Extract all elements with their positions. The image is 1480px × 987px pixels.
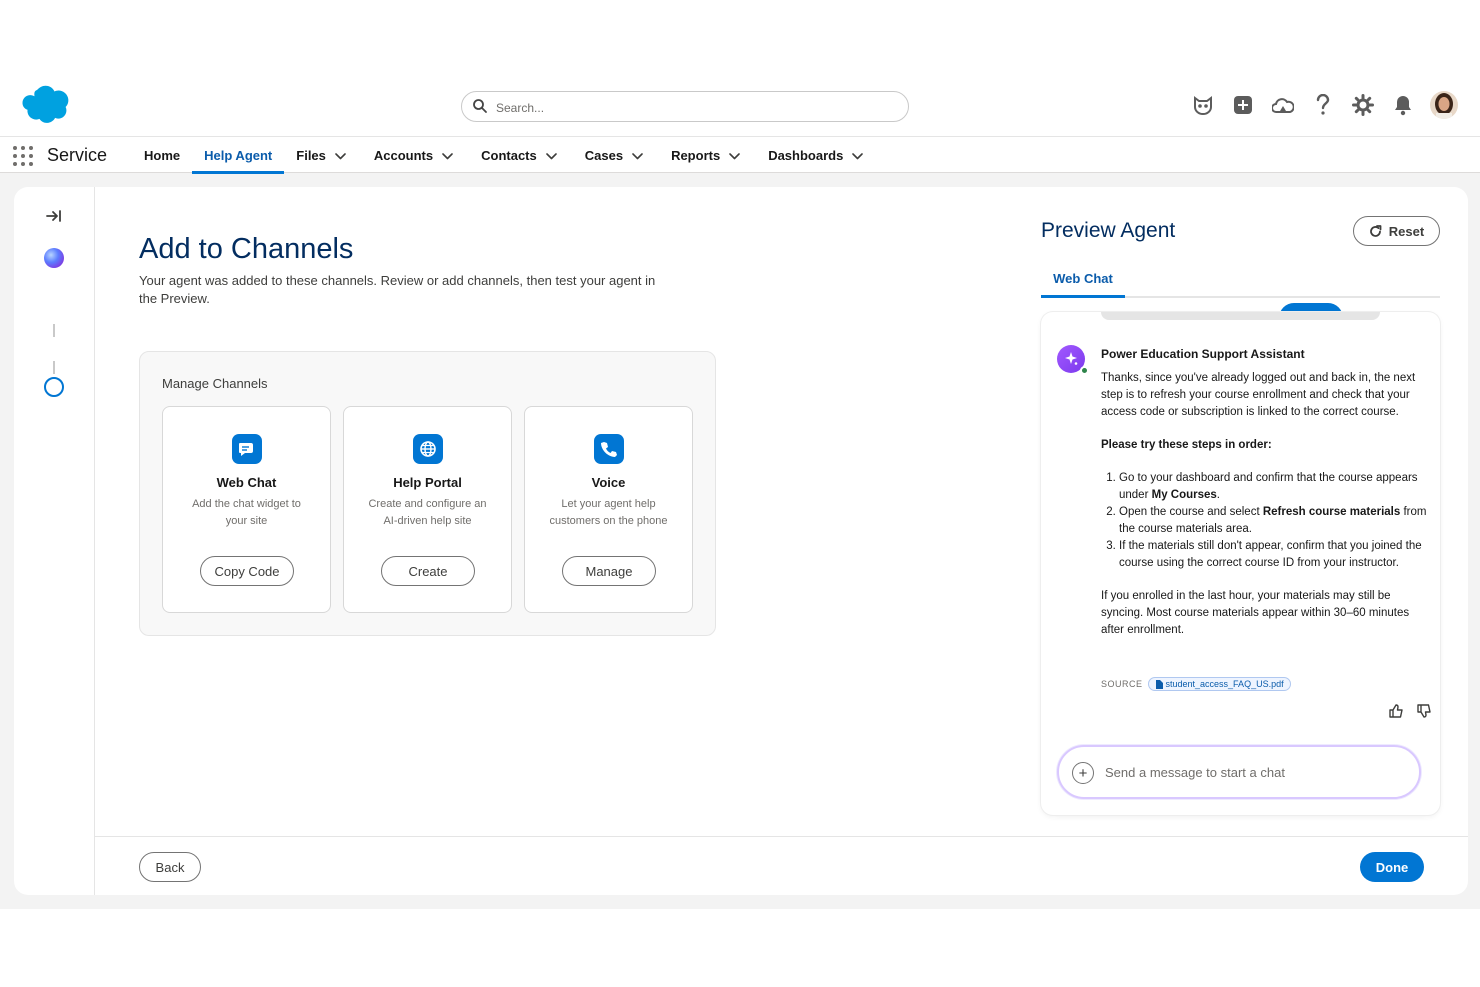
page-title: Add to Channels	[139, 233, 354, 265]
chevron-down-icon[interactable]	[729, 148, 740, 163]
add-attachment-icon[interactable]: +	[1072, 762, 1094, 784]
thumbs-down-icon[interactable]	[1416, 703, 1432, 724]
nav-item-reports[interactable]: Reports	[659, 137, 756, 173]
source-file-chip[interactable]: student_access_FAQ_US.pdf	[1147, 677, 1291, 691]
trailhead-icon[interactable]	[1268, 90, 1298, 120]
channel-description: Add the chat widget to your site	[192, 498, 301, 527]
setup-gear-icon[interactable]	[1348, 90, 1378, 120]
app-name: Service	[47, 145, 108, 165]
footer-bar: Back Done	[95, 836, 1468, 895]
help-icon[interactable]	[1308, 90, 1338, 120]
chevron-down-icon[interactable]	[442, 148, 453, 163]
create-button[interactable]: Create	[381, 556, 475, 586]
copy-code-button[interactable]: Copy Code	[200, 556, 294, 586]
step-3-current[interactable]	[44, 377, 64, 397]
tab-web-chat[interactable]: Web Chat	[1041, 271, 1125, 298]
bot-message: Thanks, since you've already logged out …	[1101, 370, 1429, 655]
chevron-down-icon[interactable]	[632, 148, 643, 163]
step-connector	[53, 361, 55, 374]
nav-item-label: Contacts	[481, 147, 537, 163]
nav-item-accounts[interactable]: Accounts	[362, 137, 469, 173]
chat-window: Power Education Support Assistant Thanks…	[1041, 312, 1440, 815]
phone-icon	[594, 434, 624, 464]
global-header: Search...	[0, 76, 1480, 136]
manage-button[interactable]: Manage	[562, 556, 656, 586]
preview-title: Preview Agent	[1041, 219, 1176, 242]
message-step: Open the course and select Refresh cours…	[1119, 504, 1429, 538]
search-input[interactable]: Search...	[496, 101, 544, 115]
chat-message-input[interactable]: Send a message to start a chat	[1105, 765, 1285, 780]
add-icon[interactable]	[1228, 90, 1258, 120]
chat-icon	[232, 434, 262, 464]
nav-item-cases[interactable]: Cases	[573, 137, 659, 173]
preview-tabs: Web Chat	[1041, 263, 1440, 298]
nav-item-contacts[interactable]: Contacts	[469, 137, 573, 173]
refresh-icon	[1369, 224, 1382, 237]
message-outro: If you enrolled in the last hour, your m…	[1101, 590, 1410, 636]
channel-name: Voice	[591, 475, 626, 490]
channel-card-web-chat: Web Chat Add the chat widget to your sit…	[162, 406, 331, 613]
reset-label: Reset	[1388, 223, 1425, 239]
nav-item-help-agent[interactable]: Help Agent	[192, 137, 285, 174]
message-steps-list: Go to your dashboard and confirm that th…	[1101, 470, 1429, 572]
channel-name: Web Chat	[216, 475, 277, 490]
manage-channels-title: Manage Channels	[162, 376, 268, 391]
reset-button[interactable]: Reset	[1353, 216, 1440, 246]
nav-item-dashboards[interactable]: Dashboards	[756, 137, 879, 173]
channel-description: Let your agent help customers on the pho…	[549, 498, 668, 527]
app-navigation: Service Home Help Agent Files Accounts Conta…	[0, 136, 1480, 174]
global-search[interactable]: Search...	[461, 91, 909, 122]
app-launcher-icon[interactable]	[13, 146, 33, 166]
channel-card-help-portal: Help Portal Create and configure an AI-d…	[343, 406, 512, 613]
chevron-down-icon[interactable]	[852, 148, 864, 163]
message-intro: Thanks, since you've already logged out …	[1101, 372, 1416, 418]
agentforce-orb-icon	[44, 248, 64, 268]
chat-composer[interactable]: + Send a message to start a chat	[1057, 745, 1421, 799]
source-row: SOURCE student_access_FAQ_US.pdf	[1101, 677, 1291, 691]
nav-item-label: Reports	[671, 147, 721, 163]
nav-item-files[interactable]: Files	[284, 137, 362, 173]
channel-card-voice: Voice Let your agent help customers on t…	[524, 406, 693, 613]
user-avatar[interactable]	[1430, 91, 1458, 119]
document-icon	[1155, 679, 1163, 689]
channel-name: Help Portal	[393, 475, 462, 490]
message-step: If the materials still don't appear, con…	[1119, 538, 1429, 572]
page-description: Your agent was added to these channels. …	[139, 273, 656, 306]
search-icon	[472, 98, 488, 119]
nav-item-label: Help Agent	[204, 147, 273, 163]
source-label: SOURCE	[1101, 679, 1143, 689]
chevron-down-icon[interactable]	[545, 148, 557, 163]
thumbs-up-icon[interactable]	[1388, 703, 1404, 724]
back-button[interactable]: Back	[139, 852, 201, 882]
nav-item-label: Accounts	[373, 147, 434, 163]
notifications-bell-icon[interactable]	[1388, 90, 1418, 120]
message-step: Go to your dashboard and confirm that th…	[1119, 470, 1429, 504]
sparkle-icon	[1065, 352, 1078, 365]
globe-icon	[413, 434, 443, 464]
setup-card: Add to Channels Your agent was added to …	[14, 187, 1468, 895]
step-connector	[53, 324, 55, 337]
nav-item-label: Home	[144, 147, 181, 163]
expand-panel-icon[interactable]	[46, 209, 62, 228]
progress-rail	[14, 187, 1343, 895]
chat-handle	[1101, 312, 1380, 320]
nav-item-home[interactable]: Home	[132, 137, 192, 173]
channel-description: Create and configure an AI-driven help s…	[368, 498, 487, 527]
nav-item-label: Cases	[584, 147, 624, 163]
salesforce-logo[interactable]	[12, 84, 72, 131]
message-steps-heading: Please try these steps in order:	[1101, 439, 1272, 451]
bot-name: Power Education Support Assistant	[1101, 347, 1305, 361]
done-button[interactable]: Done	[1360, 852, 1424, 882]
chevron-down-icon[interactable]	[335, 148, 346, 163]
agentforce-icon[interactable]	[1188, 90, 1218, 120]
nav-item-label: Dashboards	[768, 147, 844, 163]
online-status-dot	[1080, 366, 1089, 375]
manage-channels-panel: Manage Channels Web Chat Add the chat wi…	[139, 351, 716, 636]
nav-item-label: Files	[296, 147, 326, 163]
